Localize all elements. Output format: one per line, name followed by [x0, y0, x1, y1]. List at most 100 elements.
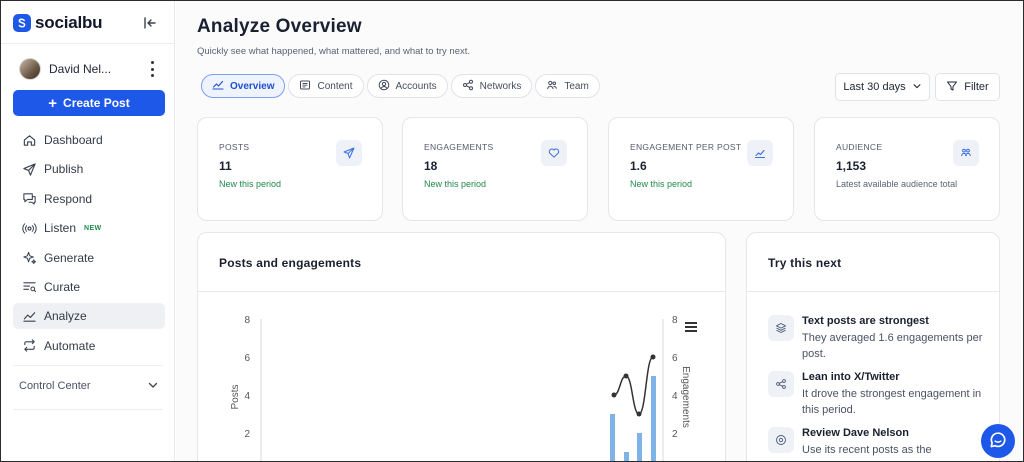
divider	[13, 409, 163, 410]
layers-icon	[768, 315, 794, 341]
bar	[624, 452, 629, 461]
page-title: Analyze Overview	[197, 16, 362, 37]
sidebar-item-publish[interactable]: Publish	[13, 156, 165, 182]
sidebar-item-label: Analyze	[44, 309, 87, 324]
stat-label: AUDIENCE	[836, 142, 883, 152]
y-tick-label: 4	[244, 391, 250, 402]
stat-card-engagements: ENGAGEMENTS 18 New this period	[402, 117, 588, 221]
filter-label: Filter	[964, 81, 989, 93]
sidebar-item-automate[interactable]: Automate	[13, 333, 165, 359]
date-range-select[interactable]: Last 30 days	[835, 73, 930, 101]
sidebar-item-analyze[interactable]: Analyze	[13, 303, 165, 330]
tab-accounts[interactable]: Accounts	[366, 74, 448, 98]
y-tick-label: 6	[244, 353, 250, 364]
avatar	[19, 58, 41, 80]
y2-tick-label: 2	[672, 429, 678, 440]
collapse-sidebar-icon[interactable]	[142, 15, 158, 31]
heart-icon	[541, 140, 567, 166]
user-name: David Nel...	[49, 62, 112, 76]
app-window: socialbu David Nel... + Create Post Dash…	[0, 0, 1024, 462]
more-vertical-icon[interactable]	[149, 61, 155, 77]
suggestion-desc: They averaged 1.6 engagements per post.	[802, 332, 983, 360]
stat-value: 11	[219, 159, 232, 173]
y-tick-label: 2	[244, 429, 250, 440]
y2-tick-label: 4	[672, 391, 678, 402]
chart-menu-icon	[685, 322, 697, 324]
analytics-icon	[21, 308, 37, 324]
divider	[1, 43, 175, 44]
stat-value: 1,153	[836, 159, 867, 173]
brand-name: socialbu	[35, 13, 103, 32]
stat-value: 1.6	[630, 159, 647, 173]
new-badge: NEW	[84, 224, 102, 232]
socialbu-logo-icon	[13, 14, 31, 32]
tab-label: Networks	[479, 80, 522, 92]
line-point	[611, 392, 617, 398]
sidebar-item-label: Publish	[44, 162, 84, 177]
suggestion-title: Text posts are strongest	[802, 315, 929, 327]
trend-icon	[747, 140, 773, 166]
posts-engagements-panel: Posts and engagements 8 6 4 2 8 6 4 2 Posts Engag…	[197, 232, 726, 461]
tab-content[interactable]: Content	[288, 74, 364, 98]
line-point	[623, 373, 629, 379]
page-subtitle: Quickly see what happened, what mattered…	[197, 46, 471, 57]
analyze-tabs: Overview Content Accounts Networks Team	[201, 74, 600, 98]
broadcast-icon	[21, 220, 37, 236]
tab-label: Accounts	[395, 80, 437, 92]
team-icon	[546, 79, 558, 94]
divider	[747, 291, 999, 292]
chart-menu-icon	[685, 330, 697, 332]
create-post-button[interactable]: + Create Post	[13, 90, 165, 116]
at-icon	[768, 427, 794, 453]
sidebar-item-curate[interactable]: Curate	[13, 274, 165, 300]
sparkle-icon	[21, 250, 37, 266]
line-point	[650, 354, 656, 360]
control-center-toggle[interactable]: Control Center	[19, 377, 159, 395]
line-point	[636, 411, 642, 417]
y-axis-title: Posts	[230, 384, 241, 409]
sidebar-item-label: Listen	[44, 221, 77, 236]
y2-tick-label: 8	[672, 315, 678, 326]
panel-title: Try this next	[768, 256, 842, 270]
date-range-label: Last 30 days	[843, 81, 906, 93]
try-next-panel: Try this next Text posts are strongest T…	[746, 232, 1000, 461]
sidebar-item-label: Automate	[44, 338, 96, 353]
chat-support-button[interactable]	[981, 424, 1015, 458]
suggestion-desc: Use its recent posts as the	[802, 444, 932, 456]
control-center-label: Control Center	[19, 380, 91, 392]
bar	[651, 376, 656, 461]
stat-note: New this period	[424, 179, 487, 189]
main-content: Analyze Overview Quickly see what happen…	[176, 1, 1023, 461]
y2-axis-title: Engagements	[680, 366, 691, 428]
repeat-icon	[21, 338, 37, 354]
sidebar: socialbu David Nel... + Create Post Dash…	[1, 1, 175, 461]
divider	[13, 365, 163, 366]
suggestion-title: Lean into X/Twitter	[802, 371, 900, 383]
tab-networks[interactable]: Networks	[450, 74, 533, 98]
tab-label: Overview	[230, 80, 275, 92]
tab-label: Team	[564, 80, 589, 92]
engagement-line	[613, 356, 654, 415]
filter-button[interactable]: Filter	[935, 73, 1000, 101]
home-icon	[21, 132, 37, 148]
bar	[637, 433, 642, 461]
user-profile[interactable]: David Nel...	[19, 57, 159, 81]
sidebar-item-respond[interactable]: Respond	[13, 186, 165, 212]
stat-label: ENGAGEMENTS	[424, 142, 494, 152]
tab-team[interactable]: Team	[535, 74, 600, 98]
create-post-label: Create Post	[63, 96, 130, 110]
brand-logo[interactable]: socialbu	[13, 13, 103, 33]
sidebar-item-label: Respond	[44, 191, 93, 206]
sidebar-item-listen[interactable]: Listen NEW	[13, 215, 165, 241]
stat-label: POSTS	[219, 142, 250, 152]
sidebar-item-label: Generate	[44, 250, 95, 265]
stat-card-posts: POSTS 11 New this period	[197, 117, 383, 221]
curate-icon	[21, 279, 37, 295]
tab-overview[interactable]: Overview	[201, 74, 286, 98]
sidebar-item-label: Curate	[44, 279, 81, 294]
sidebar-item-generate[interactable]: Generate	[13, 245, 165, 271]
user-circle-icon	[378, 79, 390, 94]
sidebar-item-dashboard[interactable]: Dashboard	[13, 127, 165, 153]
chevron-down-icon	[912, 81, 922, 94]
filter-icon	[946, 80, 958, 95]
